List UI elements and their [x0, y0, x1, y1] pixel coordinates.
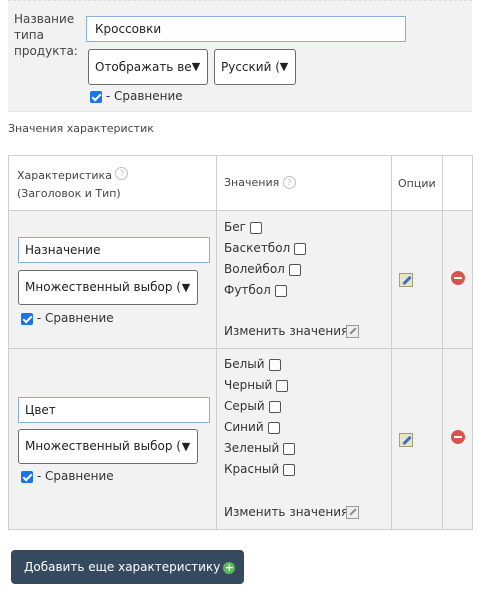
value-checkbox[interactable] — [288, 263, 301, 276]
list-item: Серый — [224, 396, 295, 417]
characteristic-compare-row: - Сравнение — [21, 311, 114, 325]
value-checkbox[interactable] — [268, 400, 281, 413]
row-values-cell: Белый Черный Серый Синий Зеленый Красный… — [216, 348, 392, 530]
characteristic-type-value: Множественный выбор ( — [25, 280, 181, 294]
characteristic-type-select[interactable]: Множественный выбор ( ▼ — [18, 429, 198, 464]
display-select-value: Отображать ве — [95, 60, 192, 74]
product-type-name-input[interactable]: Кроссовки — [86, 16, 406, 42]
header-characteristic-label: Характеристика — [17, 169, 112, 182]
characteristic-compare-checkbox[interactable] — [21, 312, 33, 325]
row-characteristic-cell: Цвет Множественный выбор ( ▼ - Сравнение — [8, 348, 217, 530]
product-type-panel: Название типа продукта: Кроссовки Отобра… — [8, 0, 472, 112]
edit-values-link[interactable]: Изменить значения — [224, 324, 360, 338]
header-characteristic: Характеристика ? (Заголовок и Тип) — [8, 155, 217, 211]
values-list: Бег Баскетбол Волейбол Футбол — [224, 217, 307, 301]
chevron-down-icon: ▼ — [181, 440, 191, 453]
characteristic-compare-checkbox[interactable] — [21, 470, 33, 483]
values-list: Белый Черный Серый Синий Зеленый Красный — [224, 354, 296, 480]
edit-icon[interactable] — [399, 273, 413, 287]
list-item: Синий — [224, 417, 295, 438]
header-delete — [442, 155, 473, 211]
value-label: Красный — [224, 462, 280, 476]
edit-icon[interactable] — [399, 433, 413, 447]
row-delete-cell — [442, 348, 473, 530]
edit-values-label: Изменить значения — [224, 324, 349, 338]
value-label: Черный — [224, 378, 273, 392]
chevron-down-icon: ▼ — [279, 60, 289, 73]
language-select-value: Русский ( — [221, 60, 280, 74]
value-checkbox[interactable] — [283, 442, 296, 455]
value-checkbox[interactable] — [268, 358, 281, 371]
characteristic-compare-label: - Сравнение — [36, 311, 114, 325]
header-options-label: Опции — [398, 177, 436, 190]
value-label: Белый — [224, 357, 265, 371]
row-options-cell — [391, 348, 443, 530]
value-label: Бег — [224, 220, 246, 234]
product-compare-checkbox[interactable] — [90, 90, 102, 103]
list-item: Белый — [224, 354, 295, 375]
delete-icon[interactable] — [451, 430, 465, 444]
list-item: Красный — [224, 459, 296, 480]
value-checkbox[interactable] — [267, 421, 280, 434]
add-characteristic-button[interactable]: Добавить еще характеристику + — [11, 550, 244, 584]
delete-icon[interactable] — [451, 271, 465, 285]
product-type-name-value: Кроссовки — [95, 22, 162, 36]
value-checkbox[interactable] — [276, 379, 289, 392]
list-item: Черный — [224, 375, 295, 396]
row-options-cell — [391, 210, 443, 349]
edit-values-link[interactable]: Изменить значения — [224, 505, 360, 519]
row-characteristic-cell: Назначение Множественный выбор ( ▼ - Сра… — [8, 210, 217, 349]
list-item: Баскетбол — [224, 238, 307, 259]
add-characteristic-label: Добавить еще характеристику — [24, 560, 221, 574]
value-checkbox[interactable] — [249, 221, 262, 234]
header-values-label: Значения — [224, 176, 280, 189]
chevron-down-icon: ▼ — [181, 281, 191, 294]
characteristic-compare-row: - Сравнение — [21, 469, 114, 483]
section-title: Значения характеристик — [8, 122, 154, 135]
value-label: Футбол — [224, 283, 271, 297]
pencil-icon — [346, 325, 360, 338]
list-item: Зеленый — [224, 438, 296, 459]
characteristic-name-value: Назначение — [25, 243, 101, 257]
header-values: Значения ? — [216, 155, 392, 211]
display-select[interactable]: Отображать ве ▼ — [88, 49, 208, 85]
value-label: Синий — [224, 420, 264, 434]
help-icon[interactable]: ? — [115, 167, 129, 180]
value-label: Зеленый — [224, 441, 280, 455]
product-compare-label: - Сравнение — [105, 89, 183, 103]
list-item: Футбол — [224, 280, 306, 301]
header-characteristic-sub: (Заголовок и Тип) — [17, 187, 121, 200]
product-type-label: Название типа продукта: — [14, 12, 78, 58]
characteristic-name-input[interactable]: Назначение — [18, 237, 210, 263]
table-row: Цвет Множественный выбор ( ▼ - Сравнение… — [8, 348, 473, 530]
plus-icon: + — [223, 560, 236, 574]
characteristic-type-value: Множественный выбор ( — [25, 439, 181, 453]
characteristic-compare-label: - Сравнение — [36, 469, 114, 483]
list-item: Бег — [224, 217, 306, 238]
edit-values-label: Изменить значения — [224, 505, 349, 519]
value-checkbox[interactable] — [294, 242, 307, 255]
characteristics-table: Характеристика ? (Заголовок и Тип) Значе… — [8, 155, 473, 530]
characteristic-name-value: Цвет — [25, 403, 56, 417]
list-item: Волейбол — [224, 259, 306, 280]
pencil-icon — [346, 506, 360, 519]
characteristic-name-input[interactable]: Цвет — [18, 397, 210, 423]
characteristic-type-select[interactable]: Множественный выбор ( ▼ — [18, 270, 198, 305]
product-compare-row: - Сравнение — [90, 89, 183, 103]
value-checkbox[interactable] — [283, 463, 296, 476]
value-label: Серый — [224, 399, 265, 413]
value-checkbox[interactable] — [274, 284, 287, 297]
table-row: Назначение Множественный выбор ( ▼ - Сра… — [8, 210, 473, 349]
row-delete-cell — [442, 210, 473, 349]
value-label: Баскетбол — [224, 241, 291, 255]
chevron-down-icon: ▼ — [191, 60, 201, 73]
value-label: Волейбол — [224, 262, 285, 276]
help-icon[interactable]: ? — [282, 176, 296, 189]
header-options: Опции — [391, 155, 443, 211]
language-select[interactable]: Русский ( ▼ — [214, 49, 296, 85]
row-values-cell: Бег Баскетбол Волейбол Футбол Изменить з… — [216, 210, 392, 349]
